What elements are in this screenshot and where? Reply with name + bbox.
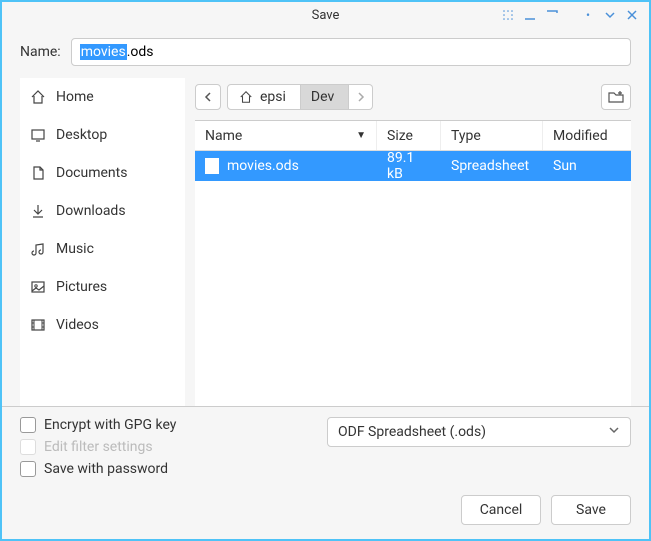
filename-input[interactable]: movies.ods [71, 38, 631, 66]
path-bar: epsi Dev [185, 78, 631, 120]
path-segment-dev[interactable]: Dev [301, 84, 349, 110]
save-dialog: Save • Name: movies.ods [0, 0, 651, 541]
chevron-down-icon [608, 424, 620, 440]
chevron-down-icon[interactable] [601, 6, 619, 24]
desktop-icon [30, 127, 46, 143]
sidebar-item-label: Videos [56, 317, 99, 333]
places-sidebar: Home Desktop Documents Downloads Music P… [20, 78, 185, 406]
file-type: Spreadsheet [451, 158, 529, 174]
checkbox-icon [20, 439, 36, 455]
checkbox-label: Edit filter settings [44, 439, 153, 455]
sidebar-item-label: Pictures [56, 279, 107, 295]
sidebar-item-music[interactable]: Music [20, 230, 185, 268]
sidebar-item-documents[interactable]: Documents [20, 154, 185, 192]
sidebar-item-home[interactable]: Home [20, 78, 185, 116]
filename-selected-text: movies [80, 44, 127, 60]
file-modified: Sun [553, 158, 577, 174]
music-icon [30, 241, 46, 257]
column-header-type[interactable]: Type [441, 121, 543, 150]
path-segment-epsi[interactable]: epsi [227, 84, 301, 110]
documents-icon [30, 165, 46, 181]
save-button[interactable]: Save [551, 495, 631, 525]
home-icon [30, 89, 46, 105]
checkbox-label: Encrypt with GPG key [44, 417, 176, 433]
dialog-buttons: Cancel Save [20, 495, 631, 525]
filename-row: Name: movies.ods [2, 28, 649, 78]
table-row[interactable]: movies.ods 89.1 kB Spreadsheet Sun [195, 151, 631, 181]
sidebar-item-downloads[interactable]: Downloads [20, 192, 185, 230]
new-folder-button[interactable] [601, 84, 631, 110]
encrypt-gpg-checkbox[interactable]: Encrypt with GPG key [20, 417, 176, 433]
path-segment-label: Dev [311, 89, 334, 105]
file-list: Name ▼ Size Type Modified movies.ods 89.… [195, 120, 631, 406]
pictures-icon [30, 279, 46, 295]
path-back-button[interactable] [195, 84, 221, 110]
checkbox-label: Save with password [44, 461, 168, 477]
column-header-name[interactable]: Name ▼ [195, 121, 377, 150]
table-header: Name ▼ Size Type Modified [195, 121, 631, 151]
sidebar-item-videos[interactable]: Videos [20, 306, 185, 344]
options-row: Encrypt with GPG key Edit filter setting… [20, 417, 631, 477]
file-format-select[interactable]: ODF Spreadsheet (.ods) [327, 417, 631, 447]
sidebar-item-pictures[interactable]: Pictures [20, 268, 185, 306]
save-password-checkbox[interactable]: Save with password [20, 461, 176, 477]
column-header-size[interactable]: Size [377, 121, 441, 150]
format-selected-label: ODF Spreadsheet (.ods) [338, 424, 486, 440]
file-name: movies.ods [227, 158, 299, 174]
content-area: epsi Dev Name [185, 78, 631, 406]
downloads-icon [30, 203, 46, 219]
sort-indicator-icon: ▼ [356, 130, 366, 141]
minimize-button[interactable] [521, 6, 539, 24]
bottom-section: Encrypt with GPG key Edit filter setting… [2, 406, 649, 539]
file-size: 89.1 kB [387, 150, 431, 182]
sidebar-item-label: Desktop [56, 127, 107, 143]
path-forward-button[interactable] [349, 84, 373, 110]
checkbox-icon [20, 417, 36, 433]
cancel-button[interactable]: Cancel [461, 495, 541, 525]
titlebar: Save • [2, 2, 649, 28]
path-segment-label: epsi [260, 89, 286, 105]
sidebar-item-label: Home [56, 89, 94, 105]
main-area: Home Desktop Documents Downloads Music P… [2, 78, 649, 406]
close-button[interactable] [623, 6, 641, 24]
edit-filter-checkbox: Edit filter settings [20, 439, 176, 455]
sidebar-item-label: Documents [56, 165, 127, 181]
file-icon [205, 158, 219, 174]
keep-above-icon[interactable] [499, 6, 517, 24]
filename-extension: .ods [127, 44, 154, 60]
name-label: Name: [20, 44, 61, 60]
home-icon [238, 89, 254, 105]
videos-icon [30, 317, 46, 333]
maximize-button[interactable] [543, 6, 561, 24]
sidebar-item-label: Music [56, 241, 94, 257]
more-actions-icon[interactable]: • [579, 6, 597, 24]
checkbox-icon [20, 461, 36, 477]
save-options: Encrypt with GPG key Edit filter setting… [20, 417, 176, 477]
sidebar-item-label: Downloads [56, 203, 126, 219]
window-controls: • [499, 6, 649, 24]
column-header-modified[interactable]: Modified [543, 121, 631, 150]
sidebar-item-desktop[interactable]: Desktop [20, 116, 185, 154]
